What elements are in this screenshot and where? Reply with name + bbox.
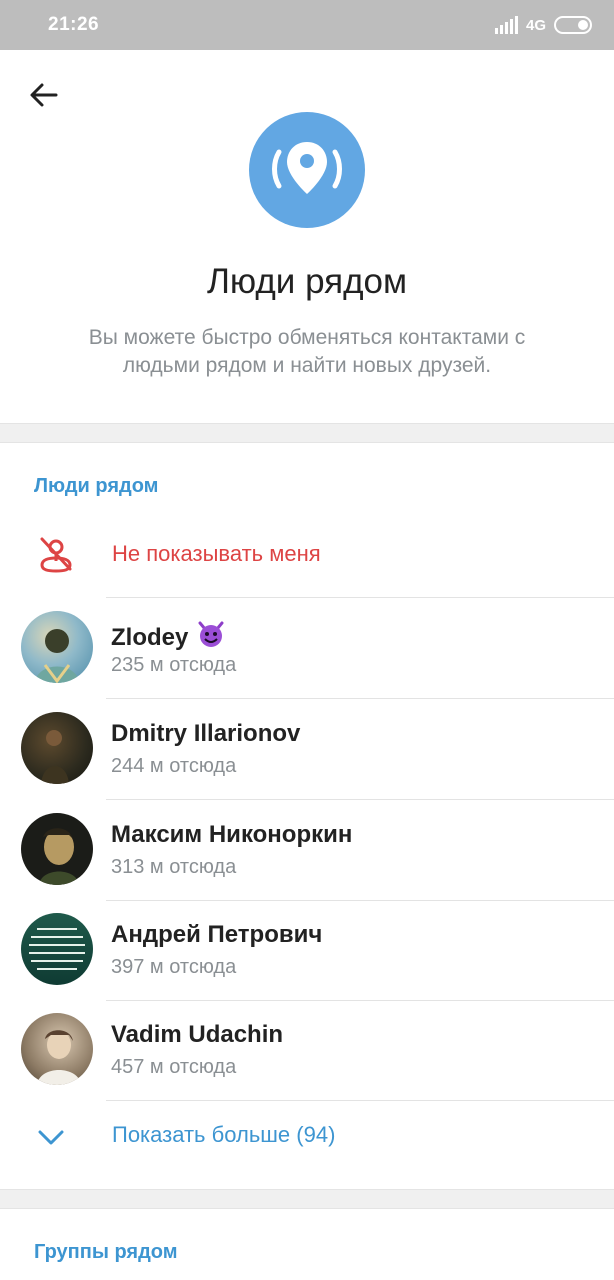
location-off-icon — [40, 537, 72, 573]
show-more-button[interactable]: Показать больше (94) — [0, 1101, 614, 1189]
section-divider — [0, 1189, 614, 1209]
status-time: 21:26 — [48, 14, 100, 35]
smiling-devil-emoji — [196, 619, 226, 656]
avatar — [21, 1013, 93, 1085]
person-name: Dmitry Illarionov — [111, 720, 301, 747]
location-broadcast-icon — [272, 142, 342, 194]
avatar — [21, 611, 93, 683]
network-type: 4G — [525, 16, 546, 34]
person-name: Zlodey — [111, 619, 226, 656]
avatar — [21, 712, 93, 784]
section-header-people: Люди рядом — [34, 475, 159, 497]
hide-me-label: Не показывать меня — [112, 541, 321, 566]
person-distance: 457 м отсюда — [111, 1056, 237, 1078]
list-item-person[interactable]: Андрей Петрович 397 м отсюда — [0, 900, 614, 1001]
people-nearby-hero-icon — [249, 112, 365, 228]
person-distance: 397 м отсюда — [111, 956, 237, 978]
battery-icon — [554, 16, 592, 34]
avatar — [21, 913, 93, 985]
chevron-down-icon — [38, 1130, 64, 1145]
show-more-label: Показать больше (94) — [112, 1122, 336, 1147]
person-distance: 235 м отсюда — [111, 654, 237, 676]
person-distance: 313 м отсюда — [111, 856, 237, 878]
signal-icon — [494, 16, 518, 34]
section-header-groups: Группы рядом — [34, 1241, 178, 1263]
status-icons: 4G — [494, 14, 592, 36]
list-item-person[interactable]: Dmitry Illarionov 244 м отсюда — [0, 699, 614, 800]
arrow-left-icon — [30, 83, 58, 107]
person-name: Максим Никоноркин — [111, 821, 353, 848]
person-name: Vadim Udachin — [111, 1021, 284, 1048]
person-name: Андрей Петрович — [111, 921, 323, 948]
status-bar: 21:26 4G — [0, 0, 614, 50]
list-item-person[interactable]: Vadim Udachin 457 м отсюда — [0, 1000, 614, 1101]
list-item-person[interactable]: Zlodey 235 м отсюда — [0, 598, 614, 699]
hide-me-button[interactable]: Не показывать меня — [0, 518, 614, 598]
page-subtitle: Вы можете быстро обменяться контактами с… — [88, 326, 526, 377]
back-button[interactable] — [26, 77, 62, 113]
list-item-person[interactable]: Максим Никоноркин 313 м отсюда — [0, 800, 614, 901]
page-title: Люди рядом — [206, 262, 408, 301]
avatar — [21, 813, 93, 885]
person-distance: 244 м отсюда — [111, 755, 237, 777]
section-divider — [0, 423, 614, 443]
